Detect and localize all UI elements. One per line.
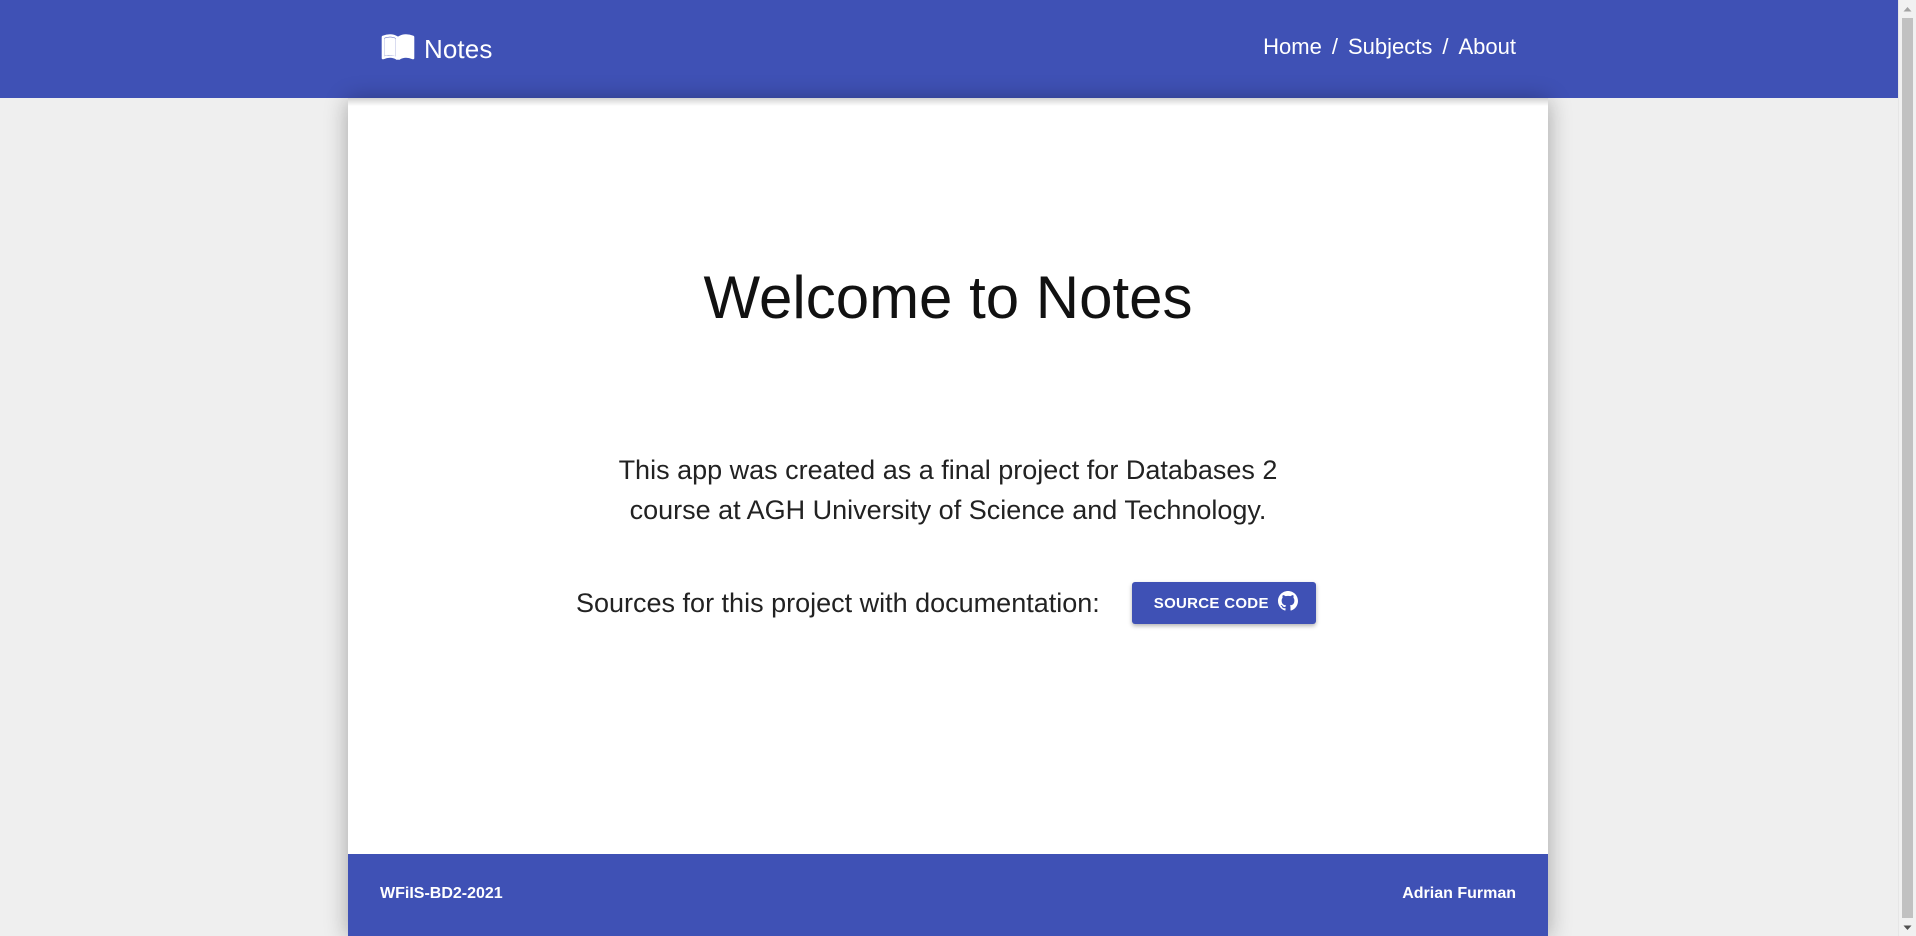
app-bar: Notes Home / Subjects / About bbox=[0, 0, 1898, 98]
page-viewport: Notes Home / Subjects / About Welcome to… bbox=[0, 0, 1898, 936]
nav-separator: / bbox=[1331, 34, 1338, 59]
sources-label: Sources for this project with documentat… bbox=[576, 587, 1100, 618]
nav-home-link[interactable]: Home bbox=[1263, 34, 1322, 60]
scroll-up-arrow-icon[interactable] bbox=[1899, 0, 1916, 17]
source-code-button-label: SOURCE CODE bbox=[1153, 594, 1269, 612]
scrollbar-thumb[interactable] bbox=[1902, 18, 1913, 918]
sources-row: Sources for this project with documentat… bbox=[576, 582, 1316, 624]
vertical-scrollbar[interactable] bbox=[1898, 0, 1916, 936]
top-nav: Home / Subjects / About bbox=[1263, 34, 1516, 60]
appbar-shadow bbox=[348, 98, 1548, 106]
project-description: This app was created as a final project … bbox=[618, 455, 1278, 525]
brand-title: Notes bbox=[424, 33, 493, 64]
open-book-icon bbox=[381, 33, 415, 66]
github-icon bbox=[1277, 591, 1298, 615]
nav-separator: / bbox=[1442, 34, 1449, 59]
source-code-button[interactable]: SOURCE CODE bbox=[1131, 582, 1316, 624]
brand[interactable]: Notes bbox=[381, 32, 492, 66]
nav-about-link[interactable]: About bbox=[1459, 34, 1517, 60]
footer: WFiIS-BD2-2021 Adrian Furman bbox=[348, 854, 1548, 936]
footer-author: Adrian Furman bbox=[1402, 885, 1516, 902]
page-title: Welcome to Notes bbox=[703, 264, 1193, 331]
main-card: Welcome to Notes This app was created as… bbox=[348, 98, 1548, 936]
scroll-down-arrow-icon[interactable] bbox=[1899, 919, 1916, 936]
nav-subjects-link[interactable]: Subjects bbox=[1348, 34, 1432, 60]
footer-course-code: WFiIS-BD2-2021 bbox=[380, 885, 503, 902]
